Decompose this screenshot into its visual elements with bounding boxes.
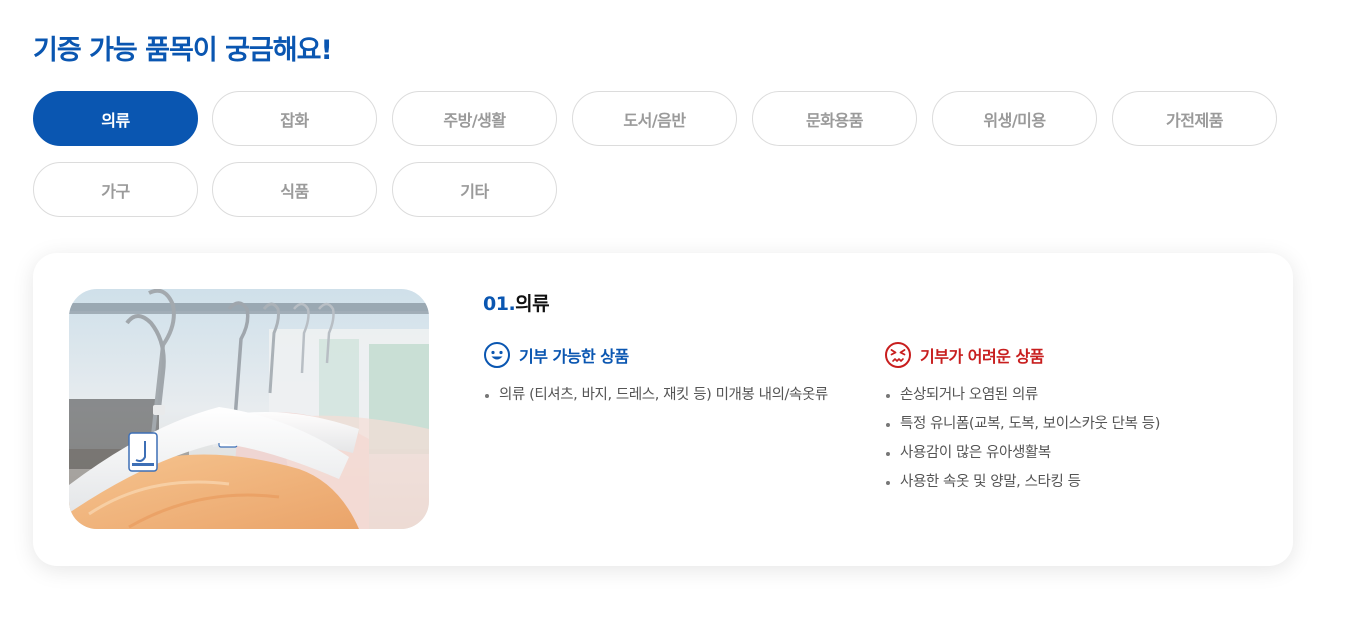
tab-culture[interactable]: 문화용품	[752, 91, 917, 146]
category-title: 01.의류	[483, 289, 550, 316]
sad-face-icon	[885, 342, 911, 368]
allowed-list: 의류 (티셔츠, 바지, 드레스, 재킷 등) 미개봉 내의/속옷류	[483, 381, 828, 410]
page-title: 기증 가능 품목이 궁금해요!	[33, 35, 333, 66]
list-item: 특정 유니폼(교복, 도복, 보이스카웃 단복 등)	[884, 410, 1160, 439]
allowed-items-column: 기부 가능한 상품 의류 (티셔츠, 바지, 드레스, 재킷 등) 미개봉 내의…	[483, 341, 828, 410]
refused-list: 손상되거나 오염된 의류 특정 유니폼(교복, 도복, 보이스카웃 단복 등) …	[884, 381, 1160, 497]
donation-items-section: 기증 가능 품목이 궁금해요! 의류 잡화 주방/생활 도서/음반 문화용품 위…	[0, 0, 1358, 622]
tab-kitchen-living[interactable]: 주방/생활	[392, 91, 557, 146]
clothes-hangers-photo	[69, 289, 429, 529]
refused-title: 기부가 어려운 상품	[920, 347, 1044, 366]
refused-header: 기부가 어려운 상품	[884, 341, 1160, 369]
tab-hygiene-beauty[interactable]: 위생/미용	[932, 91, 1097, 146]
allowed-header: 기부 가능한 상품	[483, 341, 828, 369]
tab-furniture[interactable]: 가구	[33, 162, 198, 217]
list-item: 사용한 속옷 및 양말, 스타킹 등	[884, 468, 1160, 497]
list-item: 의류 (티셔츠, 바지, 드레스, 재킷 등) 미개봉 내의/속옷류	[483, 381, 828, 410]
tab-food[interactable]: 식품	[212, 162, 377, 217]
category-number: 01.	[483, 293, 516, 315]
list-item: 손상되거나 오염된 의류	[884, 381, 1160, 410]
list-item: 사용감이 많은 유아생활복	[884, 439, 1160, 468]
tab-clothing[interactable]: 의류	[33, 91, 198, 146]
smile-face-icon	[484, 342, 510, 368]
tab-books-records[interactable]: 도서/음반	[572, 91, 737, 146]
tab-etc[interactable]: 기타	[392, 162, 557, 217]
allowed-title: 기부 가능한 상품	[519, 347, 629, 366]
tab-appliances[interactable]: 가전제품	[1112, 91, 1277, 146]
refused-items-column: 기부가 어려운 상품 손상되거나 오염된 의류 특정 유니폼(교복, 도복, 보…	[884, 341, 1160, 497]
category-detail-card: 01.의류 기부 가능한 상품 의류 (티셔츠, 바지, 드레스, 재킷 등) …	[33, 253, 1293, 566]
tab-goods[interactable]: 잡화	[212, 91, 377, 146]
category-name: 의류	[515, 293, 550, 315]
